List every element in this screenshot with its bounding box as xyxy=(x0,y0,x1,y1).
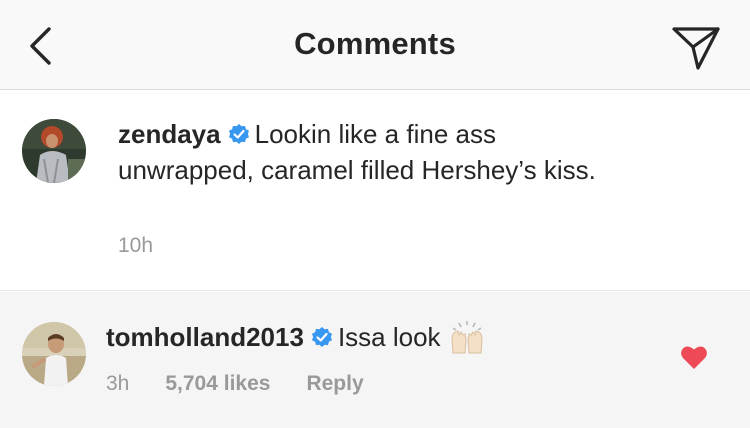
comment-row: tomholland2013 Issa look 3h 5,704 likes … xyxy=(0,292,750,428)
avatar-photo xyxy=(22,119,86,183)
comments-header: Comments xyxy=(0,0,750,90)
raising-hands-icon xyxy=(451,321,483,354)
comment-username[interactable]: tomholland2013 xyxy=(106,322,304,352)
comment-text: tomholland2013 Issa look xyxy=(106,319,640,355)
timestamp: 3h xyxy=(106,372,130,395)
timestamp: 10h xyxy=(118,234,154,257)
avatar[interactable] xyxy=(22,119,86,183)
comment-meta: 3h 5,704 likes Reply xyxy=(106,372,400,396)
paper-plane-icon xyxy=(672,27,720,70)
heart-icon[interactable] xyxy=(680,344,708,370)
likes-count-button[interactable]: 5,704 likes xyxy=(165,372,270,396)
page-title: Comments xyxy=(294,26,456,61)
caption-text: zendaya Lookin like a fine ass unwrapped… xyxy=(118,116,630,188)
caption-username[interactable]: zendaya xyxy=(118,119,221,149)
avatar[interactable] xyxy=(22,322,86,386)
comment-message: Issa look xyxy=(337,322,441,352)
avatar-photo xyxy=(22,322,86,386)
caption-meta: 10h xyxy=(118,234,153,258)
share-button[interactable] xyxy=(670,22,722,74)
verified-badge-icon xyxy=(228,124,249,144)
verified-badge-icon xyxy=(311,327,332,347)
reply-button[interactable]: Reply xyxy=(306,372,363,396)
caption-comment: zendaya Lookin like a fine ass unwrapped… xyxy=(0,91,750,291)
